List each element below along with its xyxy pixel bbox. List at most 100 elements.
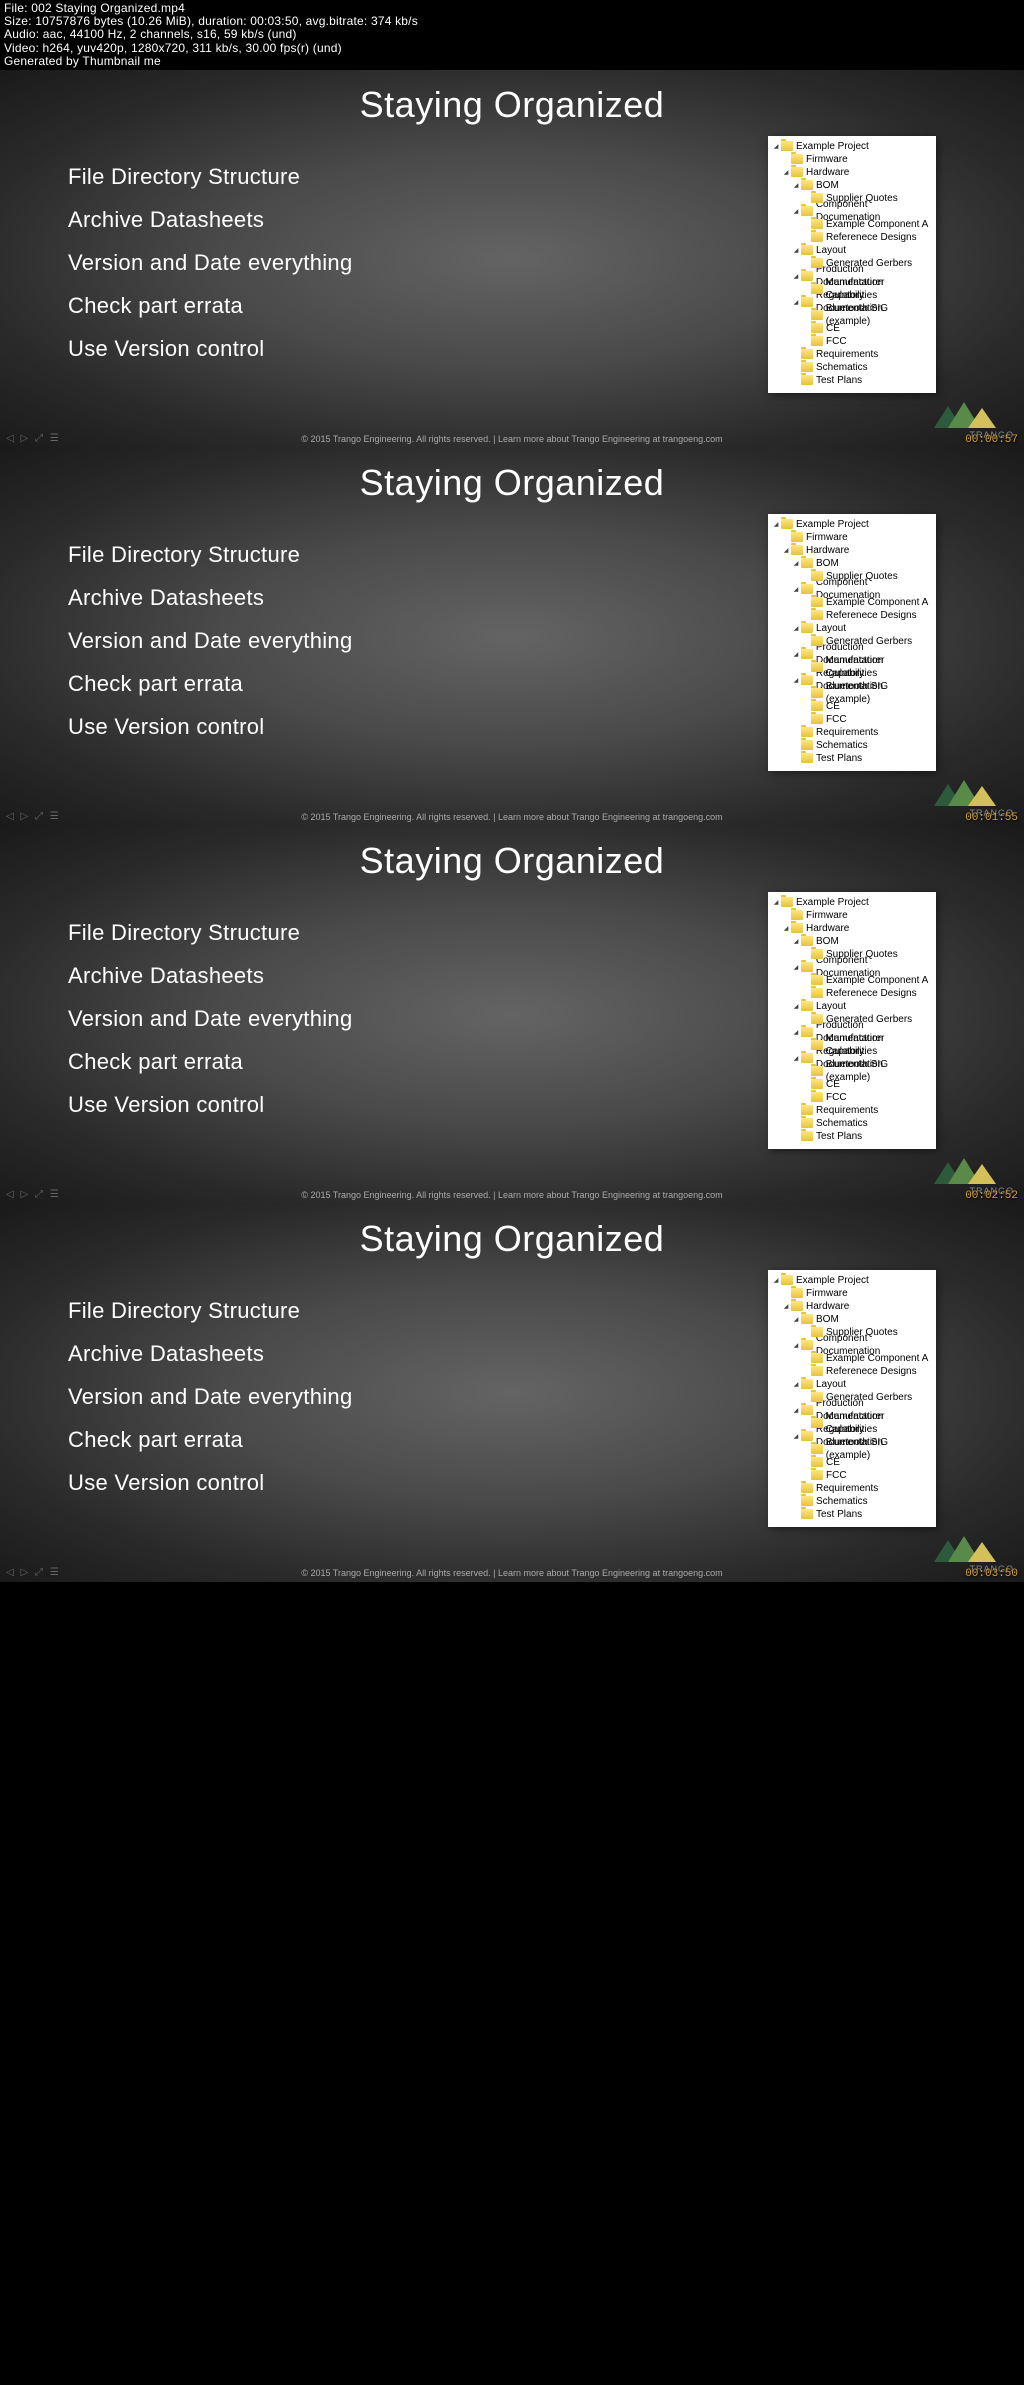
folder-icon bbox=[801, 297, 813, 307]
tree-label: Example Component A bbox=[826, 974, 928, 987]
tree-label: Hardware bbox=[806, 922, 849, 935]
collapse-icon bbox=[792, 1314, 800, 1325]
tree-row: Layout bbox=[772, 1378, 932, 1391]
folder-icon bbox=[781, 519, 793, 529]
slide-footer: © 2015 Trango Engineering. All rights re… bbox=[0, 1564, 1024, 1582]
meta-generator: Generated by Thumbnail me bbox=[4, 55, 1020, 68]
tree-row: Schematics bbox=[772, 1117, 932, 1130]
slide-controls: ◁ ▷ ⤢ ☰ bbox=[6, 1189, 61, 1200]
folder-icon bbox=[811, 1040, 823, 1050]
collapse-icon bbox=[792, 297, 800, 308]
folder-icon bbox=[811, 714, 823, 724]
tree-label: Requirements bbox=[816, 1482, 878, 1495]
tree-row: Example Project bbox=[772, 140, 932, 153]
slide-bullet-list: File Directory StructureArchive Datashee… bbox=[68, 156, 353, 370]
slide-bullet: Version and Date everything bbox=[68, 242, 353, 285]
tree-label: Referenece Designs bbox=[826, 609, 917, 622]
folder-icon bbox=[801, 271, 813, 281]
tree-row: FCC bbox=[772, 713, 932, 726]
folder-icon bbox=[811, 336, 823, 346]
meta-video: Video: h264, yuv420p, 1280x720, 311 kb/s… bbox=[4, 42, 1020, 55]
slide-bullet: Check part errata bbox=[68, 1419, 353, 1462]
slide-title: Staying Organized bbox=[0, 448, 1024, 504]
tree-row: Component Documenation bbox=[772, 1339, 932, 1352]
tree-row: Test Plans bbox=[772, 1130, 932, 1143]
tree-label: Referenece Designs bbox=[826, 1365, 917, 1378]
slide-bullet-list: File Directory StructureArchive Datashee… bbox=[68, 912, 353, 1126]
folder-icon bbox=[811, 975, 823, 985]
folder-icon bbox=[781, 1275, 793, 1285]
folder-icon bbox=[801, 1118, 813, 1128]
folder-icon bbox=[801, 675, 813, 685]
slide-bullet: Use Version control bbox=[68, 328, 353, 371]
tree-row: Schematics bbox=[772, 361, 932, 374]
tree-row: Component Documenation bbox=[772, 205, 932, 218]
slide-bullet: Version and Date everything bbox=[68, 620, 353, 663]
folder-icon bbox=[811, 1092, 823, 1102]
tree-label: CE bbox=[826, 700, 840, 713]
directory-tree-panel: Example ProjectFirmwareHardwareBOMSuppli… bbox=[768, 514, 936, 771]
tree-row: FCC bbox=[772, 335, 932, 348]
folder-icon bbox=[811, 949, 823, 959]
slide-bullet: Archive Datasheets bbox=[68, 199, 353, 242]
folder-icon bbox=[801, 1131, 813, 1141]
folder-icon bbox=[801, 1053, 813, 1063]
video-thumbnail-frame: Staying Organized File Directory Structur… bbox=[0, 826, 1024, 1204]
slide-title: Staying Organized bbox=[0, 826, 1024, 882]
tree-row: Requirements bbox=[772, 1104, 932, 1117]
folder-icon bbox=[811, 610, 823, 620]
folder-icon bbox=[801, 936, 813, 946]
folder-icon bbox=[801, 1379, 813, 1389]
folder-icon bbox=[811, 1444, 823, 1454]
tree-label: BOM bbox=[816, 179, 839, 192]
collapse-icon bbox=[792, 649, 800, 660]
tree-row: Bluetooth SIG (example) bbox=[772, 687, 932, 700]
tree-label: Example Project bbox=[796, 896, 869, 909]
folder-icon bbox=[801, 1314, 813, 1324]
folder-icon bbox=[811, 662, 823, 672]
folder-icon bbox=[781, 897, 793, 907]
collapse-icon bbox=[792, 1027, 800, 1038]
tree-label: Requirements bbox=[816, 1104, 878, 1117]
slide-bullet: Use Version control bbox=[68, 1084, 353, 1127]
folder-icon bbox=[801, 245, 813, 255]
folder-icon bbox=[801, 558, 813, 568]
folder-icon bbox=[811, 310, 823, 320]
tree-row: FCC bbox=[772, 1469, 932, 1482]
slide-bullet: File Directory Structure bbox=[68, 156, 353, 199]
tree-row: Referenece Designs bbox=[772, 987, 932, 1000]
tree-label: Hardware bbox=[806, 1300, 849, 1313]
tree-label: Referenece Designs bbox=[826, 231, 917, 244]
collapse-icon bbox=[782, 545, 790, 556]
folder-icon bbox=[811, 284, 823, 294]
folder-icon bbox=[801, 180, 813, 190]
folder-icon bbox=[791, 923, 803, 933]
directory-tree-panel: Example ProjectFirmwareHardwareBOMSuppli… bbox=[768, 136, 936, 393]
directory-tree-panel: Example ProjectFirmwareHardwareBOMSuppli… bbox=[768, 892, 936, 1149]
mountain-icon bbox=[968, 1542, 996, 1562]
tree-row: Bluetooth SIG (example) bbox=[772, 1065, 932, 1078]
tree-label: Schematics bbox=[816, 739, 868, 752]
slide-title: Staying Organized bbox=[0, 1204, 1024, 1260]
folder-icon bbox=[791, 532, 803, 542]
slide-bullet-list: File Directory StructureArchive Datashee… bbox=[68, 534, 353, 748]
tree-row: Hardware bbox=[772, 922, 932, 935]
collapse-icon bbox=[772, 519, 780, 530]
tree-label: CE bbox=[826, 1456, 840, 1469]
slide-footer: © 2015 Trango Engineering. All rights re… bbox=[0, 430, 1024, 448]
tree-row: Test Plans bbox=[772, 374, 932, 387]
mountain-icon bbox=[968, 786, 996, 806]
collapse-icon bbox=[792, 675, 800, 686]
tree-label: Layout bbox=[816, 244, 846, 257]
tree-label: Schematics bbox=[816, 1117, 868, 1130]
tree-row: Bluetooth SIG (example) bbox=[772, 1443, 932, 1456]
slide-controls: ◁ ▷ ⤢ ☰ bbox=[6, 433, 61, 444]
tree-label: Test Plans bbox=[816, 1130, 862, 1143]
folder-icon bbox=[811, 258, 823, 268]
folder-icon bbox=[801, 1483, 813, 1493]
mountain-icon bbox=[968, 408, 996, 428]
tree-row: Layout bbox=[772, 244, 932, 257]
slide-bullet: Use Version control bbox=[68, 1462, 353, 1505]
folder-icon bbox=[801, 584, 813, 594]
tree-row: BOM bbox=[772, 935, 932, 948]
